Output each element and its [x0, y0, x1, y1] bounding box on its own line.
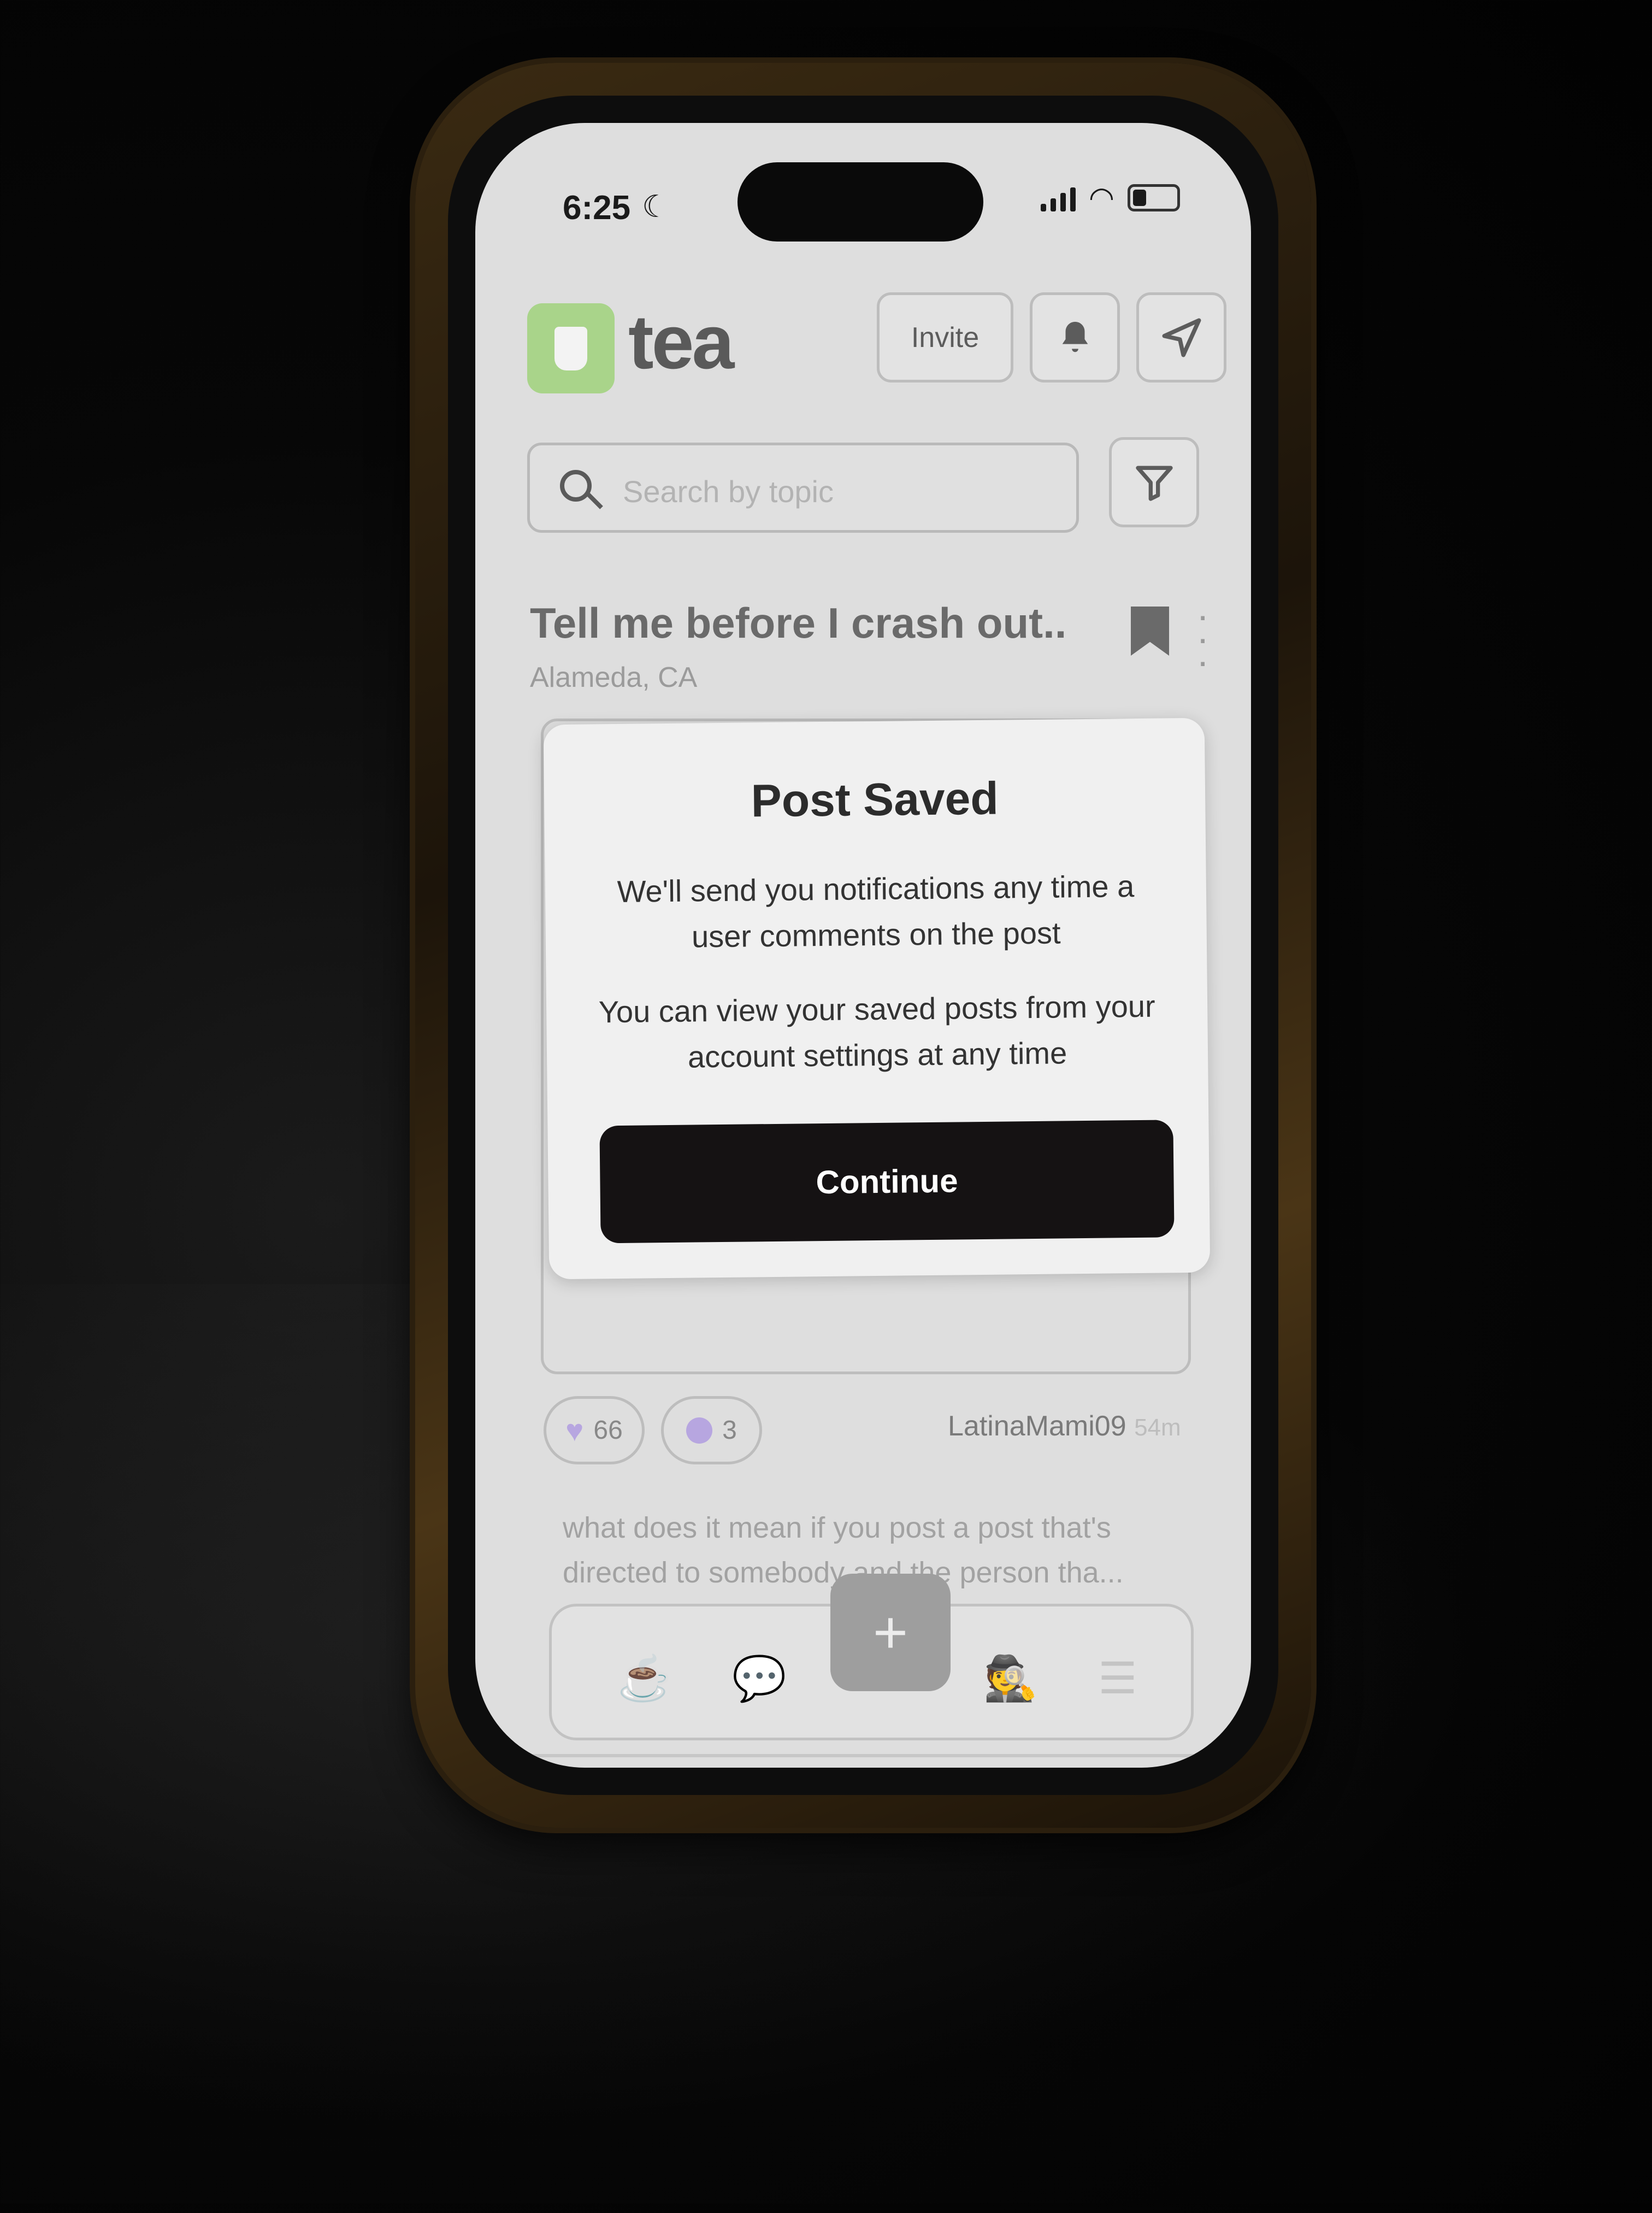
dialog-settings-text: You can view your saved posts from your … — [598, 988, 1155, 1074]
filter-button[interactable] — [1109, 437, 1199, 527]
search-input[interactable]: Search by topic — [527, 443, 1079, 533]
tea-cup-icon — [554, 326, 587, 370]
post-time: 54m — [1134, 1414, 1181, 1441]
post-author[interactable]: LatinaMami09 54m — [948, 1410, 1181, 1443]
send-button[interactable] — [1136, 292, 1226, 382]
home-indicator — [475, 1754, 1251, 1757]
tab-spy-icon[interactable]: 🕵 — [983, 1653, 1038, 1704]
continue-button[interactable]: Continue — [599, 1120, 1175, 1244]
app-logo — [527, 303, 615, 393]
heart-icon: ♥ — [565, 1413, 584, 1447]
dynamic-island — [738, 162, 983, 242]
moon-icon: ☾ — [642, 189, 670, 223]
bell-icon — [1062, 321, 1088, 352]
filter-icon — [1135, 466, 1173, 501]
invite-button[interactable]: Invite — [877, 292, 1013, 382]
tab-chat-icon[interactable]: 💬 — [732, 1653, 787, 1704]
bookmark-icon[interactable] — [1131, 607, 1169, 656]
tab-menu-icon[interactable]: ☰ — [1098, 1653, 1137, 1704]
post-title[interactable]: Tell me before I crash out.. — [530, 598, 1066, 648]
wifi-icon: ◠ — [1088, 181, 1114, 214]
more-options-icon[interactable]: · · · — [1196, 596, 1209, 680]
search-icon — [560, 470, 592, 502]
create-post-button[interactable]: + — [830, 1574, 951, 1691]
reaction-count: 3 — [722, 1416, 737, 1445]
dialog-notification-text: We'll send you notifications any time a … — [617, 869, 1135, 954]
search-placeholder: Search by topic — [623, 474, 834, 509]
reaction-button[interactable]: 3 — [661, 1396, 762, 1464]
like-button[interactable]: ♥ 66 — [544, 1396, 645, 1464]
post-location: Alameda, CA — [530, 662, 698, 693]
plus-icon: + — [872, 1599, 908, 1666]
status-time: 6:25 — [563, 189, 631, 227]
paper-plane-icon — [1162, 318, 1201, 357]
post-saved-dialog: Post Saved We'll send you notifications … — [543, 717, 1211, 1280]
status-indicators: ◠ — [1040, 180, 1180, 215]
tab-home-cup-icon[interactable]: ☕ — [617, 1653, 672, 1704]
emoji-face-icon — [686, 1417, 713, 1444]
dialog-title: Post Saved — [751, 772, 999, 827]
phone-screen: 6:25 ☾ ◠ tea Invite Search by topic Tell… — [475, 123, 1251, 1768]
battery-icon — [1128, 184, 1180, 211]
notifications-button[interactable] — [1030, 292, 1120, 382]
author-name: LatinaMami09 — [948, 1410, 1126, 1442]
cellular-signal-icon — [1040, 184, 1076, 211]
app-name: tea — [628, 299, 734, 385]
like-count: 66 — [593, 1416, 623, 1445]
